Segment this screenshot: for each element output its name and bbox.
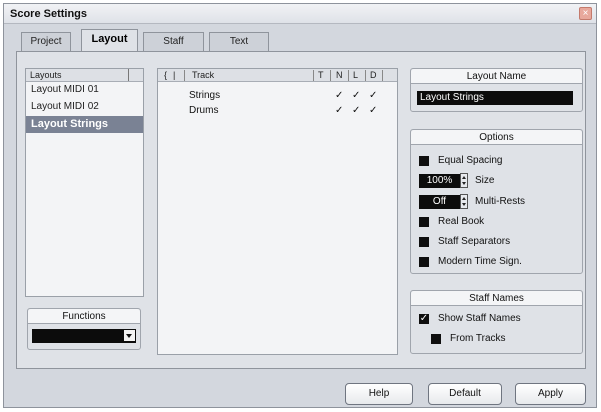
layout-name-group: Layout Name Layout Strings [410,68,583,112]
real-book-checkbox[interactable] [419,217,429,227]
layout-name-title: Layout Name [411,69,582,84]
track-list: { | Track T N L D Strings ✓ ✓ ✓ Drums ✓ … [157,68,398,355]
n-column-header: N [336,70,343,80]
n-check[interactable]: ✓ [335,105,343,116]
apply-button[interactable]: Apply [515,383,586,405]
dropdown-arrow-icon[interactable] [124,330,135,341]
track-row[interactable]: Strings ✓ ✓ ✓ [158,89,397,104]
window-title: Score Settings [10,8,88,20]
functions-group: Functions [27,308,141,350]
layout-name-field[interactable]: Layout Strings [417,91,573,105]
layouts-header: Layouts [26,69,143,82]
column-divider [128,69,129,81]
tab-text[interactable]: Text [209,32,269,51]
title-bar[interactable]: Score Settings × [4,4,596,24]
column-divider [313,70,314,81]
options-group: Options Equal Spacing 100% Size Off Mult… [410,129,583,274]
tab-project[interactable]: Project [21,32,71,51]
show-staff-names-label: Show Staff Names [438,313,521,324]
l-column-header: L [353,70,359,80]
column-divider [330,70,331,81]
multi-rests-field[interactable]: Off [419,195,460,209]
size-field[interactable]: 100% [419,174,460,188]
column-divider [184,70,185,81]
functions-dropdown[interactable] [32,329,136,343]
layout-item-midi-01[interactable]: Layout MIDI 01 [26,82,143,99]
d-check[interactable]: ✓ [369,90,377,101]
l-check[interactable]: ✓ [352,105,360,116]
modern-time-sign-label: Modern Time Sign. [438,256,522,267]
layouts-list: Layouts Layout MIDI 01 Layout MIDI 02 La… [25,68,144,297]
show-staff-names-checkbox[interactable]: ✓ [419,314,429,324]
staff-separators-checkbox[interactable] [419,237,429,247]
track-list-header: { | Track T N L D [158,69,397,82]
track-row[interactable]: Drums ✓ ✓ ✓ [158,104,397,119]
equal-spacing-label: Equal Spacing [438,155,503,166]
layouts-header-label: Layouts [30,70,62,80]
staff-separators-label: Staff Separators [438,236,511,247]
modern-time-sign-checkbox[interactable] [419,257,429,267]
track-name: Strings [189,90,221,101]
layout-tab-content: Layouts Layout MIDI 01 Layout MIDI 02 La… [16,51,586,369]
column-divider [348,70,349,81]
options-title: Options [411,130,582,145]
staff-names-title: Staff Names [411,291,582,306]
layout-item-midi-02[interactable]: Layout MIDI 02 [26,99,143,116]
t-column-header: T [318,70,324,80]
tab-staff[interactable]: Staff [143,32,204,51]
track-column-header: Track [192,70,215,80]
tab-layout[interactable]: Layout [81,29,138,52]
from-tracks-checkbox[interactable] [431,334,441,344]
track-name: Drums [189,105,219,116]
column-divider [365,70,366,81]
help-button[interactable]: Help [345,383,413,405]
size-label: Size [475,175,495,186]
l-check[interactable]: ✓ [352,90,360,101]
d-column-header: D [370,70,377,80]
multi-rests-label: Multi-Rests [475,196,526,207]
real-book-label: Real Book [438,216,485,227]
size-stepper-icon[interactable] [460,173,468,188]
default-button[interactable]: Default [428,383,502,405]
layout-item-strings[interactable]: Layout Strings [26,116,143,133]
bar-column-header: | [173,70,176,80]
staff-names-group: Staff Names ✓ Show Staff Names From Trac… [410,290,583,354]
d-check[interactable]: ✓ [369,105,377,116]
bracket-column-header: { [164,70,168,80]
close-icon[interactable]: × [579,7,592,20]
column-divider [382,70,383,81]
equal-spacing-checkbox[interactable] [419,156,429,166]
multi-rests-stepper-icon[interactable] [460,194,468,209]
from-tracks-label: From Tracks [450,333,506,344]
score-settings-window: Score Settings × Project Layout Staff Te… [3,3,597,408]
functions-title: Functions [28,309,140,324]
n-check[interactable]: ✓ [335,90,343,101]
